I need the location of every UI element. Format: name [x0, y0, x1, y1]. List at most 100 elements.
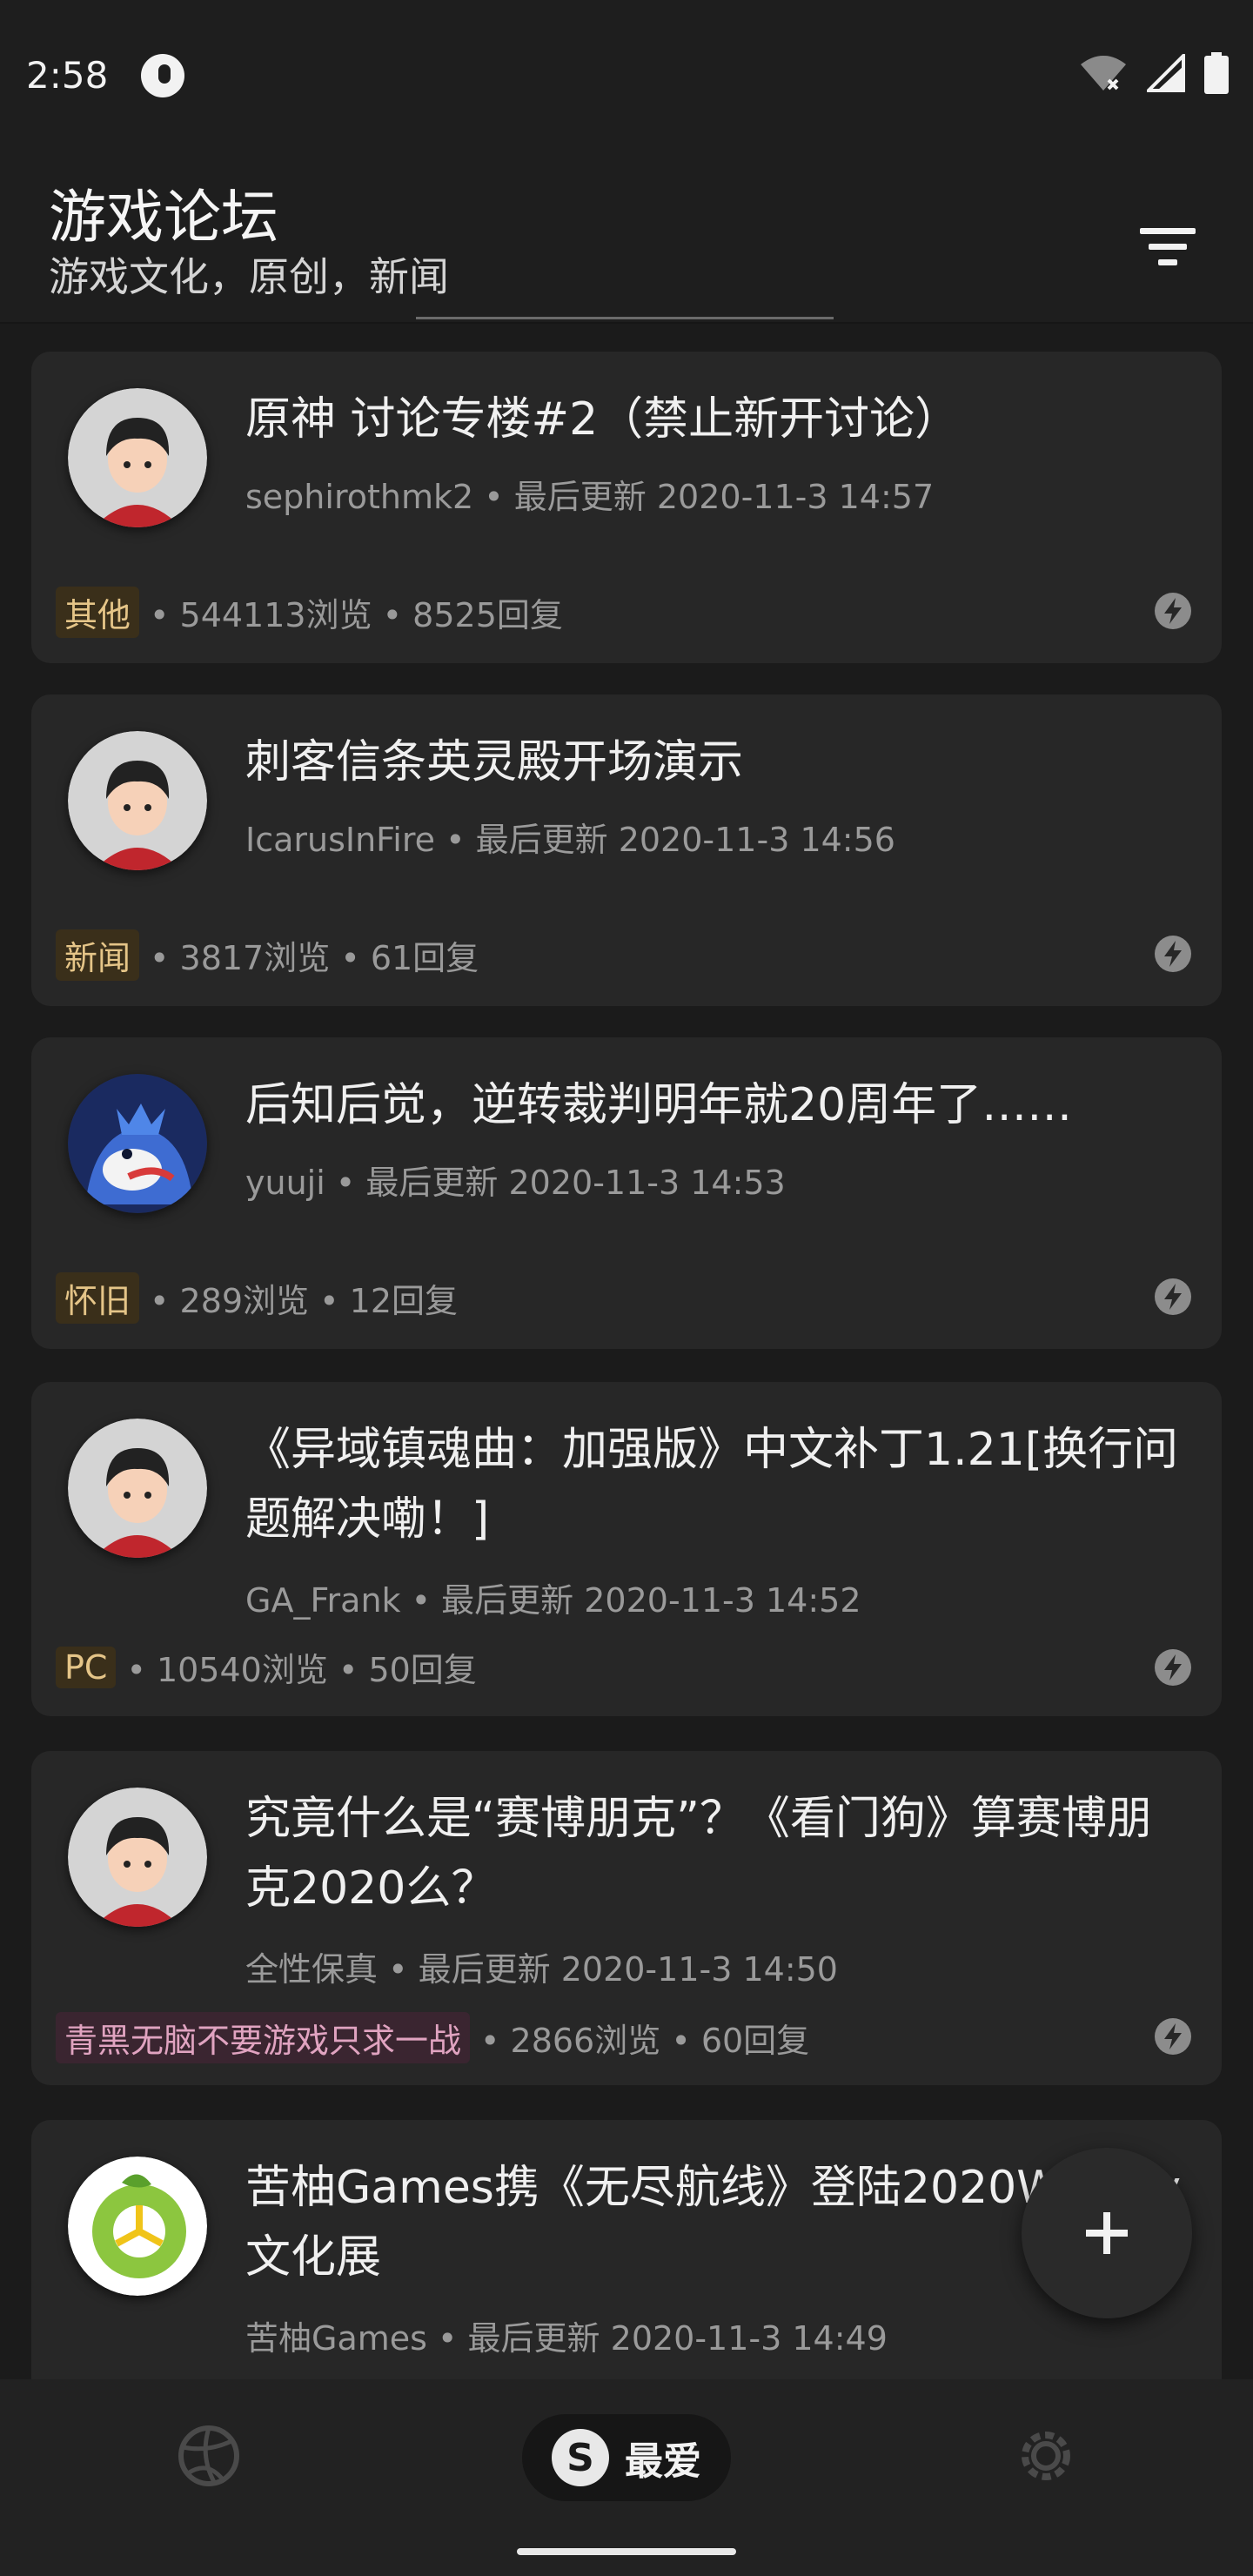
post-meta: GA_Frank • 最后更新 2020-11-3 14:52	[245, 1573, 861, 1621]
post-title[interactable]: 究竟什么是“赛博朋克”？《看门狗》算赛博朋克2020么？	[245, 1784, 1185, 1923]
reply-count: 8525回复	[412, 596, 563, 634]
avatar[interactable]	[68, 1788, 207, 1927]
reply-count: 61回复	[370, 939, 479, 977]
avatar[interactable]	[68, 731, 207, 870]
post-stats: • 3817浏览 • 61回复	[150, 939, 479, 977]
filter-button[interactable]	[1131, 211, 1204, 284]
updated-label: 最后更新	[475, 821, 608, 859]
post-stats: • 289浏览 • 12回复	[150, 1282, 458, 1320]
category-tag[interactable]: 怀旧	[56, 1272, 140, 1324]
avatar[interactable]	[68, 2157, 207, 2296]
lightning-icon[interactable]	[1154, 592, 1192, 630]
post-title[interactable]: 原神 讨论专楼#2（禁止新开讨论）	[245, 385, 1185, 454]
post-meta: 苦柚Games • 最后更新 2020-11-3 14:49	[245, 2311, 888, 2359]
post-author[interactable]: GA_Frank	[245, 1581, 401, 1620]
post-footer: 青黑无脑不要游戏只求一战 • 2866浏览 • 60回复	[56, 2012, 809, 2063]
post-stats: • 2866浏览 • 60回复	[480, 2022, 810, 2060]
post-footer: PC • 10540浏览 • 50回复	[56, 1643, 477, 1691]
filter-icon	[1140, 228, 1196, 265]
post-card[interactable]: 究竟什么是“赛博朋克”？《看门狗》算赛博朋克2020么？ 全性保真 • 最后更新…	[31, 1751, 1222, 2085]
post-meta: IcarusInFire • 最后更新 2020-11-3 14:56	[245, 813, 895, 861]
post-author[interactable]: 全性保真	[245, 1950, 378, 1989]
post-title[interactable]: 《异域镇魂曲：加强版》中文补丁1.21[换行问题解决嘞！]	[245, 1415, 1185, 1554]
post-author[interactable]: 苦柚Games	[245, 2319, 427, 2358]
status-icons	[1079, 52, 1229, 94]
post-meta: sephirothmk2 • 最后更新 2020-11-3 14:57	[245, 470, 934, 518]
nav-item-favorites[interactable]: S 最爱	[522, 2414, 731, 2501]
new-post-button[interactable]	[1022, 2148, 1192, 2318]
battery-icon	[1204, 52, 1229, 94]
avatar[interactable]	[68, 388, 207, 527]
updated-label: 最后更新	[467, 2319, 600, 2358]
view-count: 2866浏览	[510, 2022, 661, 2060]
post-footer: 怀旧 • 289浏览 • 12回复	[56, 1272, 458, 1324]
volleyball-icon	[178, 2425, 239, 2486]
lightning-icon[interactable]	[1154, 935, 1192, 973]
post-meta: yuuji • 最后更新 2020-11-3 14:53	[245, 1156, 786, 1204]
post-author[interactable]: IcarusInFire	[245, 821, 435, 859]
category-tag[interactable]: 青黑无脑不要游戏只求一战	[56, 2012, 471, 2063]
post-card[interactable]: 《异域镇魂曲：加强版》中文补丁1.21[换行问题解决嘞！] GA_Frank •…	[31, 1382, 1222, 1716]
updated-label: 最后更新	[513, 478, 647, 516]
view-count: 10540浏览	[156, 1651, 328, 1689]
updated-time: 2020-11-3 14:53	[508, 1164, 786, 1202]
page-subtitle: 游戏文化，原创，新闻	[49, 253, 449, 300]
app-header: 游戏论坛 游戏文化，原创，新闻	[0, 148, 1253, 324]
post-stats: • 544113浏览 • 8525回复	[150, 596, 563, 634]
avatar[interactable]	[68, 1419, 207, 1558]
updated-time: 2020-11-3 14:57	[656, 478, 935, 516]
app-notification-icon	[141, 54, 184, 97]
reply-count: 50回复	[368, 1651, 477, 1689]
lightning-icon[interactable]	[1154, 1648, 1192, 1687]
lightning-icon[interactable]	[1154, 1278, 1192, 1316]
updated-time: 2020-11-3 14:50	[560, 1950, 838, 1989]
view-count: 289浏览	[179, 1282, 310, 1320]
post-card[interactable]: 后知后觉，逆转裁判明年就20周年了…… yuuji • 最后更新 2020-11…	[31, 1037, 1222, 1349]
post-card[interactable]: 刺客信条英灵殿开场演示 IcarusInFire • 最后更新 2020-11-…	[31, 694, 1222, 1006]
post-footer: 其他 • 544113浏览 • 8525回复	[56, 587, 563, 638]
post-title[interactable]: 后知后觉，逆转裁判明年就20周年了……	[245, 1070, 1185, 1140]
updated-label: 最后更新	[365, 1164, 499, 1202]
meta-separator: •	[335, 1164, 366, 1202]
meta-separator: •	[411, 1581, 442, 1620]
nav-item-settings[interactable]	[1011, 2421, 1081, 2491]
reply-count: 12回复	[349, 1282, 458, 1320]
meta-separator: •	[438, 2319, 468, 2358]
view-count: 544113浏览	[179, 596, 372, 634]
post-footer: 新闻 • 3817浏览 • 61回复	[56, 929, 479, 981]
post-card[interactable]: 原神 讨论专楼#2（禁止新开讨论） sephirothmk2 • 最后更新 20…	[31, 352, 1222, 663]
post-stats: • 10540浏览 • 50回复	[126, 1651, 477, 1689]
category-tag[interactable]: 新闻	[56, 929, 140, 981]
avatar[interactable]	[68, 1074, 207, 1213]
signal-icon	[1147, 54, 1185, 92]
favorites-label: 最爱	[625, 2439, 701, 2484]
view-count: 3817浏览	[179, 939, 331, 977]
post-title[interactable]: 刺客信条英灵殿开场演示	[245, 728, 1185, 797]
favorites-badge: S	[552, 2429, 609, 2486]
post-meta: 全性保真 • 最后更新 2020-11-3 14:50	[245, 1942, 838, 1990]
lightning-icon[interactable]	[1154, 2017, 1192, 2056]
header-underline	[416, 317, 834, 319]
wifi-off-icon	[1081, 56, 1126, 91]
status-time: 2:58	[26, 54, 109, 97]
post-author[interactable]: yuuji	[245, 1164, 325, 1202]
category-tag[interactable]: PC	[56, 1646, 117, 1688]
status-bar: 2:58	[0, 0, 1253, 148]
plus-icon	[1086, 2212, 1128, 2254]
meta-separator: •	[484, 478, 514, 516]
meta-separator: •	[388, 1950, 419, 1989]
nav-item-discover[interactable]	[174, 2421, 244, 2491]
gear-icon	[1022, 2432, 1070, 2480]
home-indicator[interactable]	[517, 2548, 736, 2555]
updated-time: 2020-11-3 14:49	[610, 2319, 888, 2358]
reply-count: 60回复	[700, 2022, 810, 2060]
meta-separator: •	[446, 821, 476, 859]
bottom-nav: S 最爱	[0, 2379, 1253, 2576]
updated-time: 2020-11-3 14:56	[618, 821, 895, 859]
updated-time: 2020-11-3 14:52	[584, 1581, 861, 1620]
post-author[interactable]: sephirothmk2	[245, 478, 473, 516]
category-tag[interactable]: 其他	[56, 587, 140, 638]
updated-label: 最后更新	[441, 1581, 574, 1620]
updated-label: 最后更新	[418, 1950, 551, 1989]
page-title: 游戏论坛	[49, 184, 278, 251]
